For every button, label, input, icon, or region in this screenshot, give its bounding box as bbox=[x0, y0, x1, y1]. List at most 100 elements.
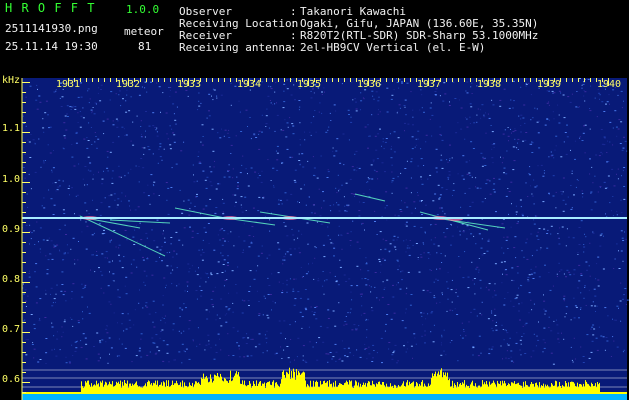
level-bar bbox=[388, 387, 389, 394]
noise-speck bbox=[219, 239, 221, 241]
noise-speck bbox=[565, 313, 567, 315]
level-bar bbox=[399, 386, 400, 394]
noise-speck bbox=[615, 319, 617, 321]
noise-speck bbox=[479, 279, 482, 281]
noise-speck bbox=[471, 93, 473, 94]
level-bar bbox=[506, 386, 507, 394]
noise-speck bbox=[510, 300, 512, 302]
noise-speck bbox=[226, 279, 228, 280]
level-bar bbox=[36, 392, 37, 394]
noise-speck bbox=[45, 100, 48, 102]
level-bar bbox=[579, 384, 580, 394]
noise-speck bbox=[117, 120, 119, 122]
noise-speck bbox=[165, 287, 166, 289]
noise-speck bbox=[391, 94, 394, 96]
noise-speck bbox=[64, 137, 67, 139]
noise-speck bbox=[406, 206, 409, 208]
noise-speck bbox=[322, 285, 324, 287]
y-tick-0-8: 0.8 bbox=[2, 274, 21, 285]
noise-speck bbox=[148, 149, 151, 151]
noise-speck bbox=[449, 144, 451, 146]
noise-speck bbox=[325, 353, 328, 355]
level-bar bbox=[544, 387, 545, 394]
noise-speck bbox=[129, 205, 130, 207]
noise-speck bbox=[276, 102, 277, 104]
level-bar bbox=[71, 392, 72, 394]
noise-speck bbox=[436, 302, 438, 304]
noise-speck bbox=[207, 334, 210, 336]
level-bar bbox=[412, 382, 413, 394]
noise-speck bbox=[349, 178, 352, 180]
level-bar bbox=[330, 384, 331, 394]
level-bar bbox=[528, 386, 529, 394]
noise-speck bbox=[155, 334, 158, 336]
noise-speck bbox=[59, 97, 61, 99]
noise-speck bbox=[480, 287, 482, 289]
noise-speck bbox=[71, 298, 73, 300]
noise-speck bbox=[471, 82, 473, 84]
noise-speck bbox=[180, 150, 183, 152]
level-bar bbox=[591, 382, 592, 394]
noise-speck bbox=[45, 255, 47, 257]
noise-speck bbox=[197, 156, 199, 157]
level-bar bbox=[58, 392, 59, 394]
noise-speck bbox=[82, 288, 85, 289]
noise-speck bbox=[140, 356, 143, 358]
noise-speck bbox=[164, 237, 166, 239]
level-bar bbox=[441, 368, 442, 394]
noise-speck bbox=[552, 175, 555, 177]
noise-speck bbox=[434, 237, 436, 239]
noise-speck bbox=[375, 91, 378, 93]
level-bar bbox=[404, 386, 405, 394]
noise-speck bbox=[228, 355, 230, 356]
noise-speck bbox=[460, 107, 463, 109]
noise-speck bbox=[414, 146, 416, 148]
noise-speck bbox=[581, 87, 583, 89]
noise-speck bbox=[543, 308, 546, 310]
noise-speck bbox=[289, 361, 291, 363]
noise-speck bbox=[442, 210, 444, 212]
noise-speck bbox=[393, 151, 396, 153]
level-bar bbox=[43, 392, 44, 394]
noise-speck bbox=[308, 326, 310, 328]
noise-speck bbox=[159, 143, 162, 145]
noise-speck bbox=[479, 312, 481, 314]
noise-speck bbox=[242, 337, 245, 339]
noise-speck bbox=[138, 350, 141, 352]
level-bar bbox=[409, 381, 410, 394]
noise-speck bbox=[298, 100, 301, 101]
noise-speck bbox=[165, 182, 168, 183]
noise-speck bbox=[286, 122, 289, 124]
noise-speck bbox=[25, 354, 28, 356]
noise-speck bbox=[148, 125, 151, 127]
noise-speck bbox=[356, 285, 359, 287]
noise-speck bbox=[327, 353, 330, 355]
noise-speck bbox=[566, 136, 569, 138]
noise-speck bbox=[265, 123, 268, 125]
noise-speck bbox=[396, 362, 398, 364]
noise-speck bbox=[441, 139, 444, 141]
level-bar bbox=[239, 376, 240, 394]
noise-speck bbox=[104, 257, 107, 259]
noise-speck bbox=[467, 221, 470, 222]
noise-speck bbox=[385, 240, 388, 242]
noise-speck bbox=[150, 174, 153, 176]
noise-speck bbox=[216, 314, 218, 316]
level-bar bbox=[369, 381, 370, 394]
noise-speck bbox=[621, 212, 623, 214]
noise-speck bbox=[563, 338, 565, 340]
noise-speck bbox=[378, 258, 381, 260]
noise-speck bbox=[488, 348, 490, 350]
noise-speck bbox=[254, 171, 257, 173]
noise-speck bbox=[350, 231, 352, 233]
noise-speck bbox=[34, 244, 36, 245]
noise-speck bbox=[439, 194, 442, 196]
level-bar bbox=[453, 387, 454, 394]
noise-speck bbox=[491, 157, 494, 159]
noise-speck bbox=[286, 235, 289, 237]
noise-speck bbox=[112, 260, 113, 262]
noise-speck bbox=[490, 125, 492, 126]
noise-speck bbox=[318, 111, 320, 113]
noise-speck bbox=[124, 230, 127, 231]
noise-speck bbox=[212, 306, 214, 308]
